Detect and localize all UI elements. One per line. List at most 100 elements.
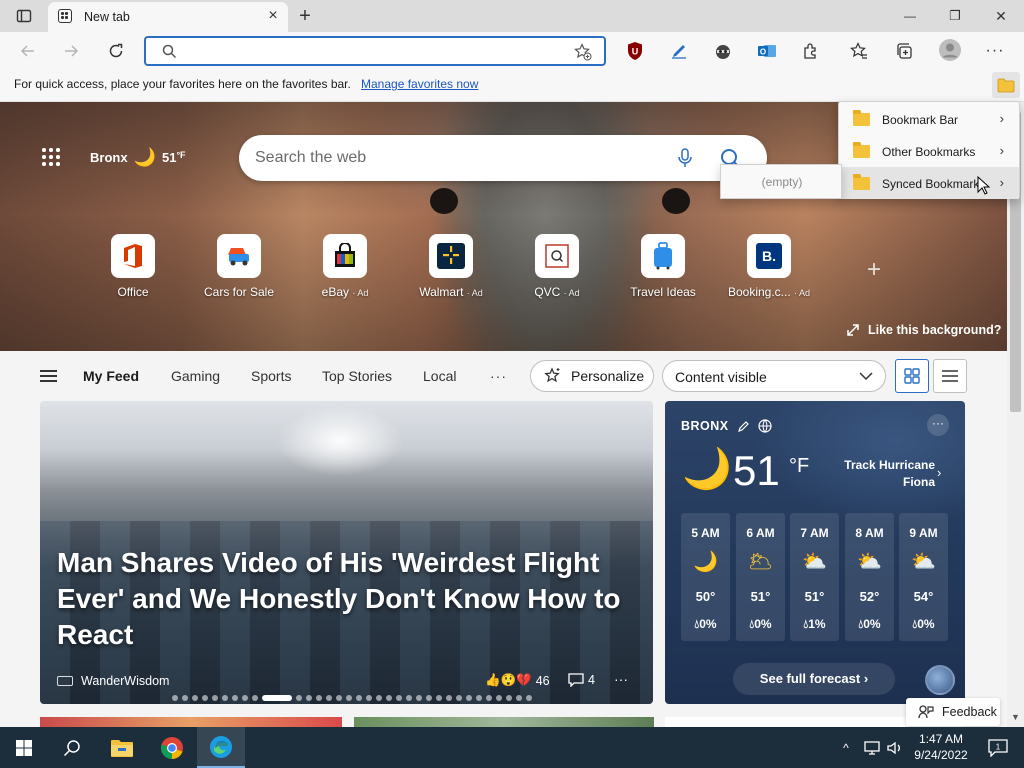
content-visibility-select[interactable]: Content visible [662, 360, 886, 392]
hourly-forecast: 7 AM ⛅ 51° 💧︎1% [790, 513, 839, 641]
reactions-count: 46 [535, 673, 550, 688]
clock-date: 9/24/2022 [914, 748, 968, 762]
start-button[interactable] [0, 727, 48, 768]
chrome-button[interactable] [148, 727, 196, 768]
notifications-button[interactable]: 1 [978, 727, 1018, 768]
folder-icon [853, 110, 870, 126]
add-quick-link-button[interactable]: + [862, 258, 886, 282]
partly-sunny-icon: ⛅ [857, 551, 882, 573]
reactions-button[interactable]: 👍😲💔 46 [485, 673, 550, 688]
quick-link-office[interactable]: Office [78, 234, 188, 304]
profile-button[interactable] [938, 38, 962, 62]
manage-favorites-link[interactable]: Manage favorites now [361, 77, 478, 91]
quick-link-qvc[interactable]: QVC · Ad [502, 234, 612, 304]
extensions-button[interactable] [800, 40, 822, 62]
refresh-button[interactable] [101, 36, 131, 66]
ebay-icon [323, 234, 367, 278]
chevron-right-icon: › [999, 143, 1004, 158]
network-button[interactable] [860, 727, 884, 768]
weather-more-button[interactable]: ··· [927, 414, 949, 436]
expand-icon [847, 324, 859, 336]
weather-card[interactable]: BRONX ··· 🌙 51 °F Track Hurricane Fiona … [665, 401, 965, 704]
favorites-bar-message: For quick access, place your favorites h… [14, 77, 351, 91]
quick-link-label: Cars for Sale [203, 285, 275, 299]
weather-summary[interactable]: Bronx 🌙 51°F [90, 147, 186, 168]
pencil-icon[interactable] [737, 420, 750, 433]
other-favorites-button[interactable] [992, 72, 1020, 98]
article-source[interactable]: WanderWisdom [57, 674, 169, 688]
mouse-cursor-icon [977, 176, 991, 195]
grid-layout-button[interactable] [895, 359, 929, 393]
hourly-forecast: 9 AM ⛅ 54° 💧︎0% [899, 513, 948, 641]
tab-top-stories[interactable]: Top Stories [322, 368, 392, 384]
like-background-button[interactable]: Like this background? [846, 323, 1001, 337]
tab-gaming[interactable]: Gaming [171, 368, 220, 384]
comments-button[interactable]: 4 [568, 673, 595, 687]
file-explorer-button[interactable] [98, 727, 146, 768]
back-button[interactable] [13, 36, 43, 66]
article-headline[interactable]: Man Shares Video of His 'Weirdest Flight… [57, 545, 627, 653]
tab-new-tab[interactable]: New tab × [48, 2, 288, 32]
article-more-button[interactable]: ··· [614, 671, 628, 687]
globe-icon[interactable] [758, 419, 772, 433]
quick-link-booking[interactable]: B. Booking.c... · Ad [714, 234, 824, 304]
address-bar[interactable] [144, 36, 606, 66]
forward-button[interactable] [56, 36, 86, 66]
quick-link-ebay[interactable]: eBay · Ad [290, 234, 400, 304]
article-card[interactable] [354, 717, 654, 727]
weather-avatar[interactable] [925, 665, 955, 695]
add-favorite-icon[interactable] [574, 43, 592, 61]
quick-link-cars[interactable]: Cars for Sale [184, 234, 294, 304]
new-tab-button[interactable]: + [290, 0, 320, 32]
featured-article-card[interactable]: Man Shares Video of His 'Weirdest Flight… [40, 401, 653, 704]
menu-icon[interactable] [40, 370, 57, 382]
menu-item-synced-bookmarks[interactable]: Synced Bookmarks › [839, 167, 1019, 199]
tab-local[interactable]: Local [423, 368, 456, 384]
comment-icon [568, 673, 584, 687]
menu-item-other-bookmarks[interactable]: Other Bookmarks › [839, 135, 1019, 167]
article-card[interactable] [40, 717, 342, 727]
hour-precipitation: 💧︎0% [858, 617, 881, 631]
close-window-button[interactable]: ✕ [984, 0, 1018, 32]
favorites-button[interactable] [848, 40, 870, 62]
ublock-extension-button[interactable]: U [624, 40, 646, 62]
quick-link-walmart[interactable]: Walmart · Ad [396, 234, 506, 304]
microphone-icon[interactable] [677, 148, 693, 168]
see-full-forecast-button[interactable]: See full forecast › [733, 663, 895, 695]
outlook-extension-button[interactable]: O [756, 40, 778, 62]
quick-link-travel[interactable]: Travel Ideas [608, 234, 718, 304]
personalize-button[interactable]: Personalize [530, 360, 654, 392]
collections-button[interactable] [893, 40, 915, 62]
menu-item-bookmark-bar[interactable]: Bookmark Bar › [839, 103, 1019, 135]
spy-extension-button[interactable] [712, 40, 734, 62]
minimize-button[interactable]: — [893, 0, 927, 32]
restore-button[interactable]: ❐ [938, 0, 972, 32]
web-search-box[interactable] [239, 135, 767, 181]
scroll-down-icon[interactable]: ▼ [1011, 712, 1020, 722]
quick-link-label: Travel Ideas [630, 285, 696, 299]
settings-more-button[interactable]: ··· [984, 40, 1006, 62]
tab-my-feed[interactable]: My Feed [83, 368, 139, 384]
chevron-right-icon: › [937, 465, 942, 480]
pen-extension-button[interactable] [668, 40, 690, 62]
volume-button[interactable] [884, 727, 906, 768]
edge-button[interactable] [197, 727, 245, 768]
hurricane-alert-link[interactable]: Track Hurricane Fiona [831, 457, 935, 491]
search-taskbar-button[interactable] [48, 727, 96, 768]
tab-sports[interactable]: Sports [251, 368, 291, 384]
tab-close-button[interactable]: × [264, 7, 282, 25]
more-tabs-button[interactable]: ··· [490, 368, 507, 384]
taskbar-clock[interactable]: 1:47 AM 9/24/2022 [908, 731, 974, 763]
source-name: WanderWisdom [81, 674, 170, 688]
folder-icon [853, 174, 870, 190]
feedback-icon [918, 705, 934, 719]
apps-launcher-button[interactable] [42, 148, 62, 168]
weather-card-temperature: 51 [733, 447, 780, 494]
list-layout-button[interactable] [933, 359, 967, 393]
web-search-input[interactable] [255, 148, 655, 168]
feedback-button[interactable]: Feedback [906, 698, 1000, 726]
show-hidden-icons-button[interactable]: ^ [836, 727, 856, 768]
tab-actions-button[interactable] [8, 0, 40, 32]
feedback-label: Feedback [942, 705, 997, 719]
address-input[interactable] [180, 42, 560, 60]
